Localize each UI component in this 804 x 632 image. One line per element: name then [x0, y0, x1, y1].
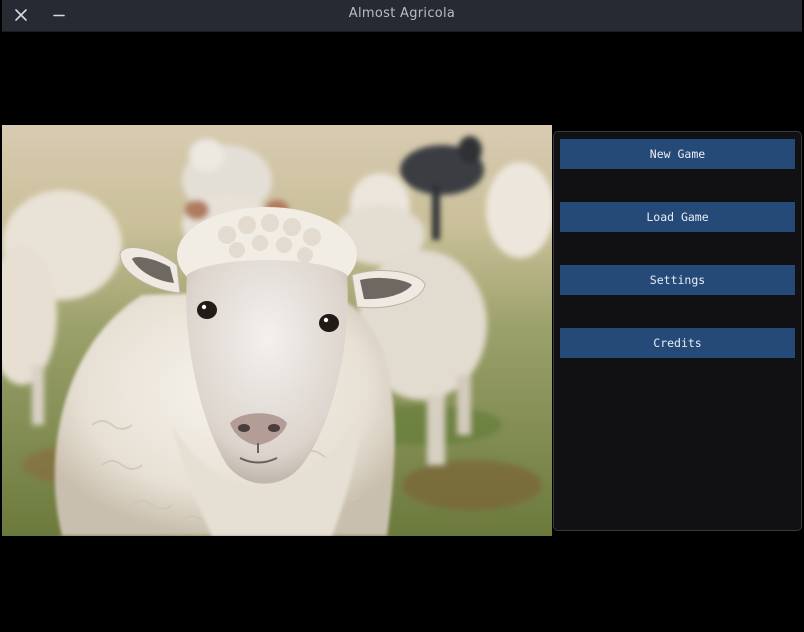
new-game-button[interactable]: New Game [560, 139, 795, 169]
load-game-button[interactable]: Load Game [560, 202, 795, 232]
game-window: Almost Agricola New Game Load Game Setti… [0, 0, 804, 632]
credits-button[interactable]: Credits [560, 328, 795, 358]
main-menu-panel: New Game Load Game Settings Credits [553, 131, 802, 531]
settings-button[interactable]: Settings [560, 265, 795, 295]
window-title: Almost Agricola [348, 6, 456, 21]
title-bar: Almost Agricola [2, 0, 802, 32]
sheep-photo [2, 125, 552, 536]
